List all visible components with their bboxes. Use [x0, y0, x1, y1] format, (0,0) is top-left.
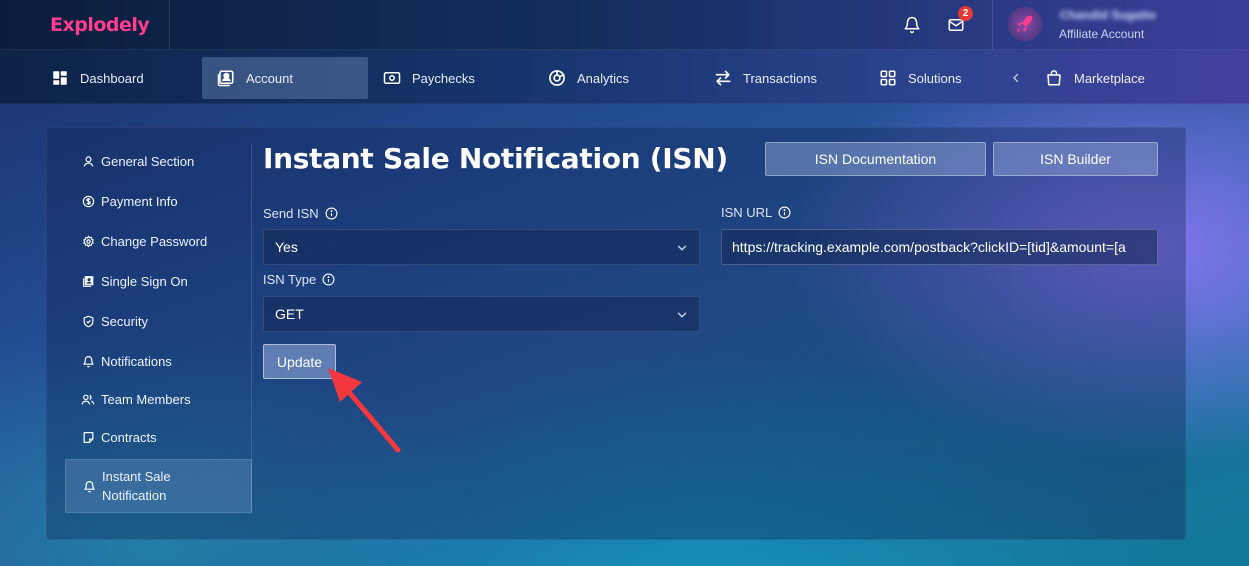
isn-url-input[interactable]: https://tracking.example.com/postback?cl… — [721, 229, 1158, 265]
send-isn-label-text: Send ISN — [263, 206, 319, 221]
bell-icon — [81, 355, 95, 369]
send-isn-value: Yes — [275, 239, 298, 255]
user-icon — [81, 155, 95, 169]
sidebar-item-label: Team Members — [101, 392, 191, 407]
avatar[interactable] — [1008, 7, 1042, 41]
nav-dashboard[interactable]: Dashboard — [50, 57, 144, 99]
isn-type-label-text: ISN Type — [263, 272, 317, 287]
sidebar-item-team-members[interactable]: Team Members — [65, 392, 252, 407]
sidebar-item-label: Instant Sale Notification — [102, 467, 171, 505]
sidebar-item-label: Contracts — [101, 430, 157, 445]
logo-text: Explodely — [50, 14, 150, 36]
sidebar-item-payment[interactable]: Payment Info — [65, 194, 252, 209]
sidebar-item-label: General Section — [101, 154, 195, 169]
sidebar-item-notifications[interactable]: Notifications — [65, 354, 252, 369]
chevron-down-icon — [677, 245, 687, 251]
mail-badge: 2 — [958, 6, 973, 21]
sidebar-item-general[interactable]: General Section — [65, 154, 252, 169]
sidebar-item-label-line1: Instant Sale — [102, 469, 171, 484]
info-icon[interactable] — [322, 273, 335, 286]
annotation-arrow — [328, 368, 401, 453]
user-name[interactable]: Chandid Sugatto — [1060, 8, 1156, 22]
sidebar-item-label: Payment Info — [101, 194, 178, 209]
nav-account-label: Account — [246, 70, 293, 86]
bell-icon — [82, 479, 96, 493]
settings-panel: General Section Payment Info Change Pass… — [46, 127, 1186, 540]
nav-marketplace-label: Marketplace — [1074, 70, 1145, 86]
account-icon — [216, 68, 236, 88]
dashboard-icon — [50, 68, 70, 88]
nav-transactions[interactable]: Transactions — [713, 57, 817, 99]
solutions-icon — [878, 68, 898, 88]
isn-url-label: ISN URL — [721, 205, 791, 220]
chevron-left-icon — [1006, 68, 1026, 88]
rocket-icon — [1017, 15, 1033, 32]
nav-scroll-left[interactable] — [1006, 57, 1036, 99]
isn-type-label: ISN Type — [263, 272, 335, 287]
user-role: Affiliate Account — [1059, 27, 1145, 41]
nav-account[interactable]: Account — [202, 57, 368, 99]
send-isn-select[interactable]: Yes — [263, 229, 700, 265]
transactions-icon — [713, 68, 733, 88]
sidebar-item-change-password[interactable]: Change Password — [65, 234, 252, 249]
info-icon[interactable] — [778, 206, 791, 219]
chevron-down-icon — [677, 312, 687, 318]
paycheck-icon — [382, 68, 402, 88]
top-bar: Explodely 2 Chandid Sugatto Affiliate Ac… — [0, 0, 1249, 50]
isn-type-value: GET — [275, 306, 304, 322]
nav-analytics-label: Analytics — [577, 70, 630, 86]
divider — [992, 0, 993, 50]
sidebar-item-label-line2: Notification — [102, 488, 167, 503]
sidebar-item-security[interactable]: Security — [65, 314, 252, 329]
nav-transactions-label: Transactions — [743, 70, 817, 86]
sidebar-item-contracts[interactable]: Contracts — [65, 430, 252, 445]
isn-builder-button[interactable]: ISN Builder — [993, 142, 1158, 176]
isn-url-label-text: ISN URL — [721, 205, 773, 220]
nav-marketplace[interactable]: Marketplace — [1044, 57, 1145, 99]
nav-paychecks[interactable]: Paychecks — [382, 57, 475, 99]
id-card-icon — [81, 275, 95, 289]
shield-icon — [81, 315, 95, 329]
dollar-circle-icon — [81, 195, 95, 209]
nav-solutions-label: Solutions — [908, 70, 962, 86]
divider — [169, 0, 170, 50]
sidebar-item-label: Security — [101, 314, 148, 329]
sidebar-item-label: Single Sign On — [101, 274, 188, 289]
sidebar-item-sso[interactable]: Single Sign On — [65, 274, 252, 289]
analytics-icon — [547, 68, 567, 88]
nav-analytics[interactable]: Analytics — [547, 57, 629, 99]
team-icon — [81, 393, 95, 407]
info-icon[interactable] — [325, 207, 338, 220]
isn-type-select[interactable]: GET — [263, 296, 700, 332]
shopping-bag-icon — [1044, 68, 1064, 88]
sidebar-item-instant-sale-notification[interactable]: Instant Sale Notification — [65, 459, 252, 513]
main-nav: Dashboard Account Paychecks Analytics Tr… — [0, 50, 1249, 104]
isn-documentation-button[interactable]: ISN Documentation — [765, 142, 986, 176]
gear-icon — [81, 235, 95, 249]
logo[interactable]: Explodely — [50, 12, 150, 38]
page-title: Instant Sale Notification (ISN) — [263, 142, 728, 175]
bell-icon[interactable] — [899, 12, 925, 38]
send-isn-label: Send ISN — [263, 206, 338, 221]
mail-icon[interactable]: 2 — [943, 6, 973, 38]
sidebar-divider — [251, 144, 252, 514]
nav-dashboard-label: Dashboard — [80, 70, 144, 86]
document-icon — [81, 431, 95, 445]
sidebar-item-label: Change Password — [101, 234, 208, 249]
nav-paychecks-label: Paychecks — [412, 70, 475, 86]
account-sidebar: General Section Payment Info Change Pass… — [47, 128, 252, 539]
sidebar-item-label: Notifications — [101, 354, 172, 369]
nav-solutions[interactable]: Solutions — [878, 57, 961, 99]
